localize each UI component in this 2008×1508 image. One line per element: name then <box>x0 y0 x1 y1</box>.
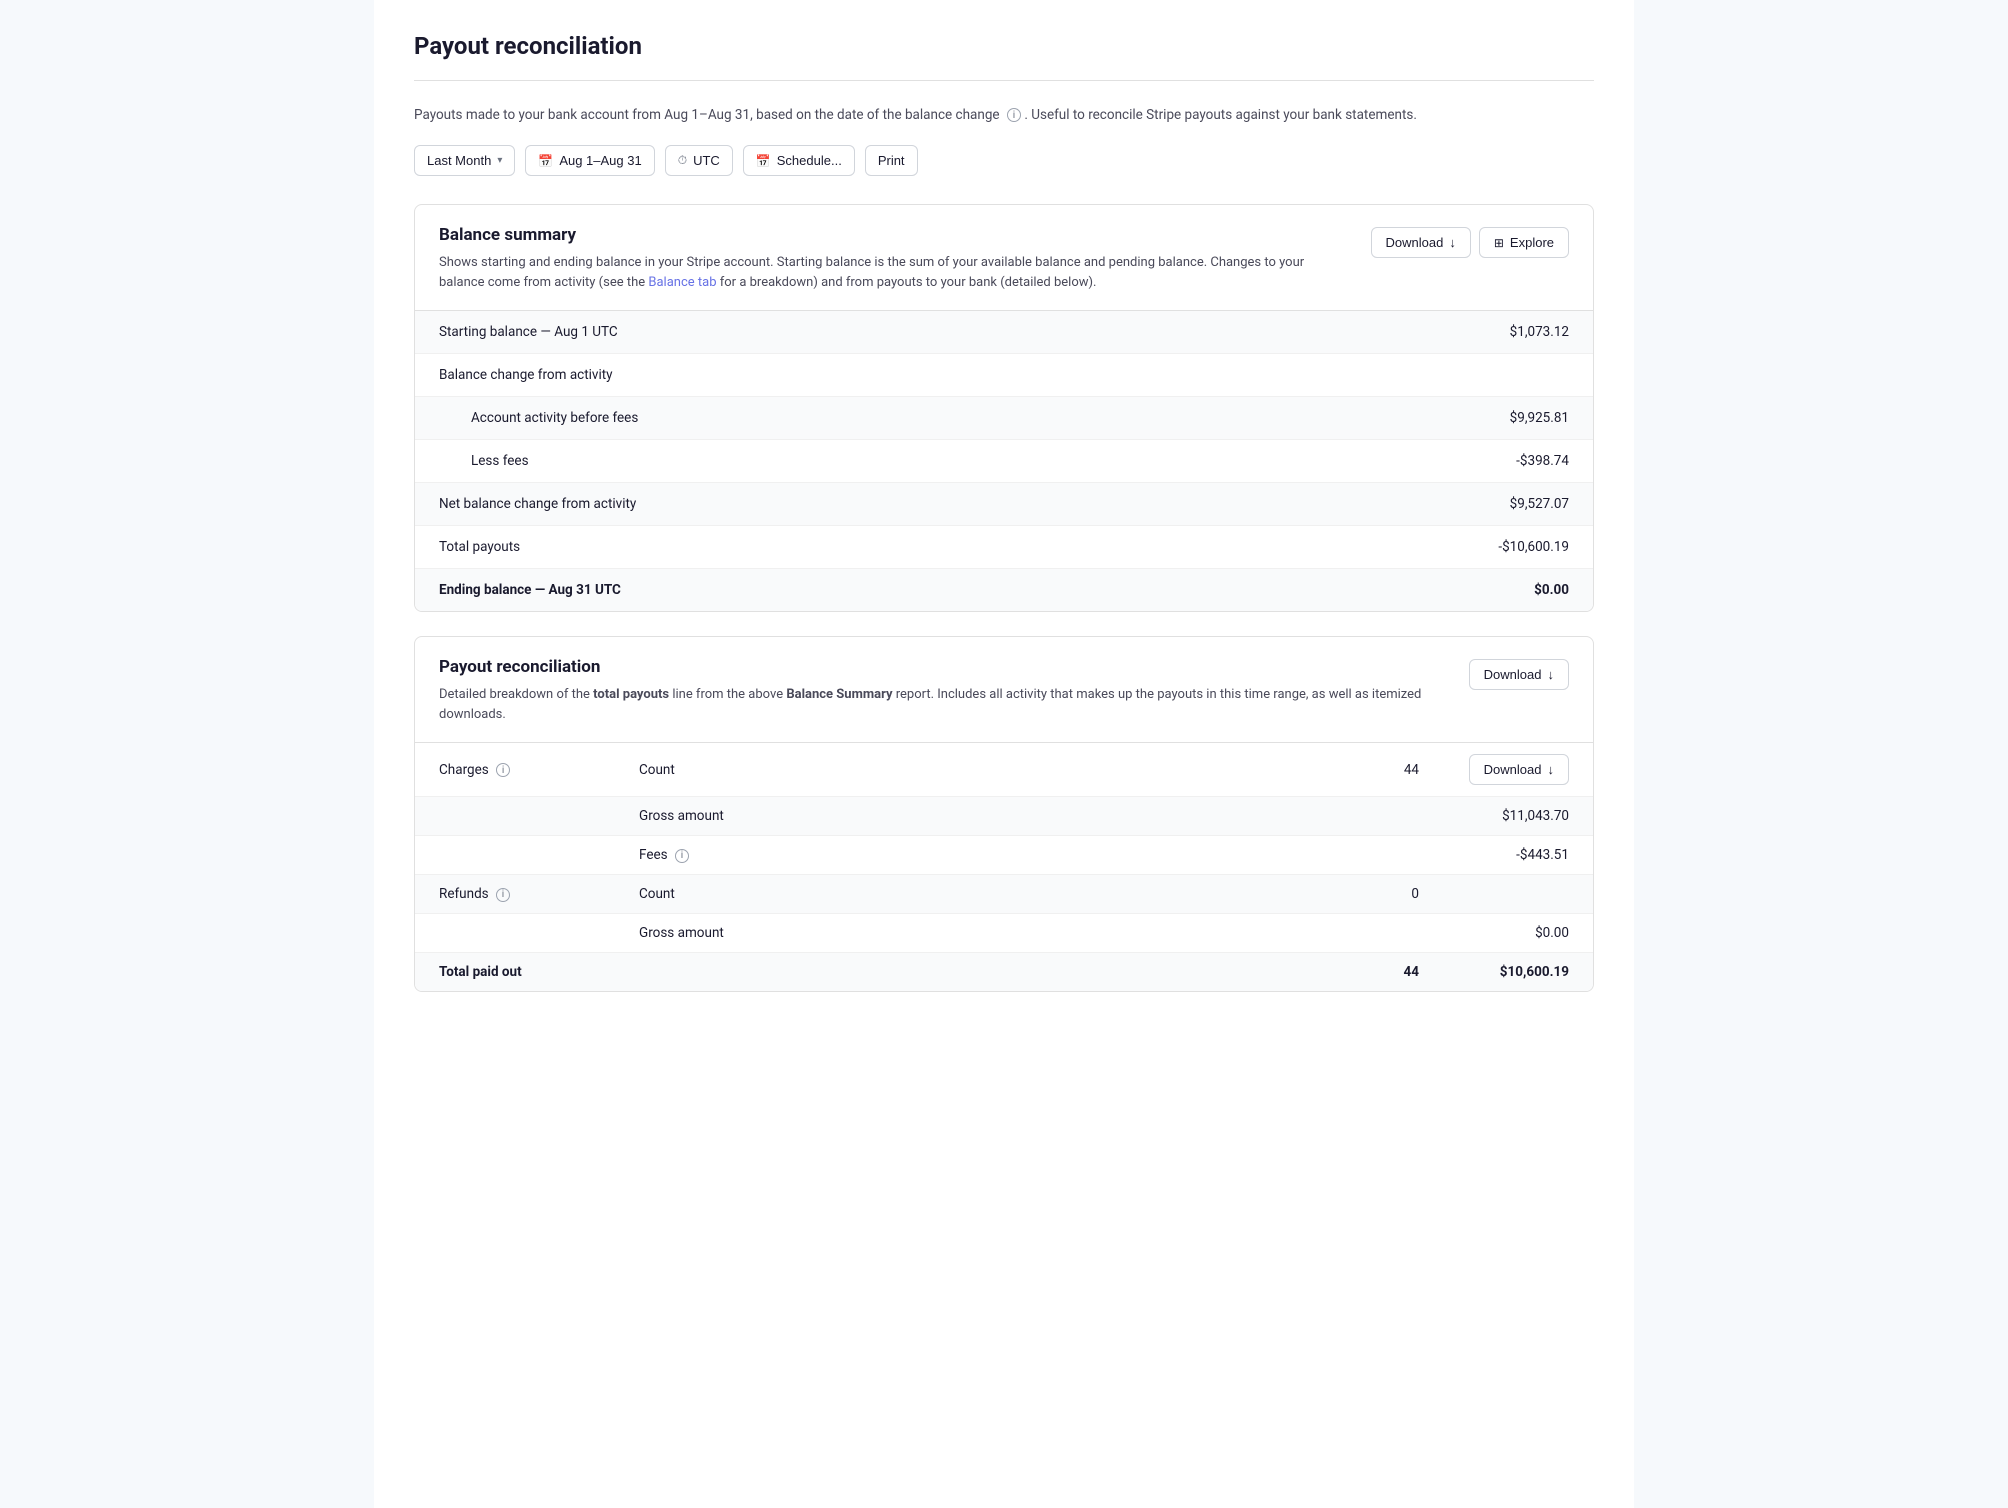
download-label: Download <box>1386 235 1444 250</box>
row-value: $9,925.81 <box>1449 410 1569 426</box>
table-row: Starting balance — Aug 1 UTC $1,073.12 <box>415 311 1593 354</box>
balance-summary-header: Balance summary Shows starting and endin… <box>415 205 1593 311</box>
row-label: Starting balance — Aug 1 UTC <box>439 324 1449 340</box>
download-label: Download <box>1484 762 1542 777</box>
print-label: Print <box>878 153 905 168</box>
grid-icon: ⊞ <box>1494 236 1504 250</box>
payout-reconciliation-actions: Download ↓ <box>1469 659 1569 690</box>
row-label: Total payouts <box>439 539 1449 555</box>
fees-label: Fees i <box>639 847 839 863</box>
download-label: Download <box>1484 667 1542 682</box>
payout-reconciliation-header-left: Payout reconciliation Detailed breakdown… <box>439 657 1449 724</box>
payout-reconciliation-title: Payout reconciliation <box>439 657 1449 677</box>
gross-amount-label: Gross amount <box>639 808 839 824</box>
row-value: -$398.74 <box>1449 453 1569 469</box>
fees-value: -$443.51 <box>1439 847 1569 863</box>
payout-reconciliation-table: Charges i Count 44 Download ↓ Gross amou… <box>415 743 1593 991</box>
charges-category-label: Charges i <box>439 762 639 778</box>
recon-row-refunds-gross: Gross amount $0.00 <box>415 914 1593 953</box>
table-row: Net balance change from activity $9,527.… <box>415 483 1593 526</box>
table-row: Account activity before fees $9,925.81 <box>415 397 1593 440</box>
charges-download-action: Download ↓ <box>1439 754 1569 785</box>
info-icon-refunds: i <box>496 888 510 902</box>
balance-summary-actions: Download ↓ ⊞ Explore <box>1371 227 1569 258</box>
refunds-gross-label: Gross amount <box>639 925 839 941</box>
page-description: Payouts made to your bank account from A… <box>414 105 1594 125</box>
total-paid-out-label: Total paid out <box>439 964 639 980</box>
balance-summary-desc: Shows starting and ending balance in you… <box>439 253 1351 292</box>
refunds-count-value: 0 <box>839 886 1439 902</box>
row-label: Net balance change from activity <box>439 496 1449 512</box>
row-value: $1,073.12 <box>1449 324 1569 340</box>
explore-label: Explore <box>1510 235 1554 250</box>
recon-row-total: Total paid out 44 $10,600.19 <box>415 953 1593 991</box>
refunds-gross-value: $0.00 <box>1439 925 1569 941</box>
timezone-filter-button[interactable]: ⏱ UTC <box>665 145 733 176</box>
page-wrapper: Payout reconciliation Payouts made to yo… <box>374 0 1634 1508</box>
charges-download-button[interactable]: Download ↓ <box>1469 754 1569 785</box>
chevron-down-icon: ▾ <box>497 155 502 166</box>
row-label: Ending balance — Aug 31 UTC <box>439 582 1449 598</box>
total-count: 44 <box>839 964 1439 980</box>
row-label: Less fees <box>471 453 1449 469</box>
date-range-filter-button[interactable]: 📅 Aug 1–Aug 31 <box>525 145 654 176</box>
table-row-ending-balance: Ending balance — Aug 31 UTC $0.00 <box>415 569 1593 611</box>
info-icon-charges: i <box>496 763 510 777</box>
download-icon: ↓ <box>1548 762 1555 777</box>
info-icon-fees: i <box>675 849 689 863</box>
calendar-icon: 📅 <box>538 154 553 168</box>
info-icon-description: i <box>1007 108 1021 122</box>
download-icon: ↓ <box>1449 235 1456 250</box>
row-label: Account activity before fees <box>471 410 1449 426</box>
table-row: Balance change from activity <box>415 354 1593 397</box>
schedule-button[interactable]: 📅 Schedule... <box>743 145 855 176</box>
period-filter-button[interactable]: Last Month ▾ <box>414 145 515 176</box>
clock-icon: ⏱ <box>678 153 687 168</box>
recon-row-charges-count: Charges i Count 44 Download ↓ <box>415 743 1593 797</box>
recon-row-charges-gross: Gross amount $11,043.70 <box>415 797 1593 836</box>
payout-reconciliation-card: Payout reconciliation Detailed breakdown… <box>414 636 1594 992</box>
row-value: -$10,600.19 <box>1449 539 1569 555</box>
recon-row-refunds-count: Refunds i Count 0 <box>415 875 1593 914</box>
balance-summary-download-button[interactable]: Download ↓ <box>1371 227 1471 258</box>
gross-amount-value: $11,043.70 <box>1439 808 1569 824</box>
filters-row: Last Month ▾ 📅 Aug 1–Aug 31 ⏱ UTC 📅 Sche… <box>414 145 1594 176</box>
table-row: Total payouts -$10,600.19 <box>415 526 1593 569</box>
refunds-category-label: Refunds i <box>439 886 639 902</box>
timezone-label: UTC <box>693 153 720 168</box>
balance-summary-table: Starting balance — Aug 1 UTC $1,073.12 B… <box>415 311 1593 611</box>
balance-summary-card: Balance summary Shows starting and endin… <box>414 204 1594 612</box>
download-icon: ↓ <box>1548 667 1555 682</box>
page-title: Payout reconciliation <box>414 32 1594 81</box>
row-value: $9,527.07 <box>1449 496 1569 512</box>
balance-summary-explore-button[interactable]: ⊞ Explore <box>1479 227 1569 258</box>
charges-count-label: Count <box>639 762 839 778</box>
total-amount: $10,600.19 <box>1439 964 1569 980</box>
bold-total-payouts: total payouts <box>593 687 669 702</box>
balance-summary-title: Balance summary <box>439 225 1351 245</box>
table-row: Less fees -$398.74 <box>415 440 1593 483</box>
schedule-calendar-icon: 📅 <box>756 154 771 168</box>
balance-tab-link[interactable]: Balance tab <box>648 275 716 290</box>
refunds-count-label: Count <box>639 886 839 902</box>
print-button[interactable]: Print <box>865 145 918 176</box>
recon-row-charges-fees: Fees i -$443.51 <box>415 836 1593 875</box>
payout-reconciliation-download-button[interactable]: Download ↓ <box>1469 659 1569 690</box>
charges-count-value: 44 <box>839 762 1439 778</box>
row-label: Balance change from activity <box>439 367 1449 383</box>
date-range-label: Aug 1–Aug 31 <box>559 153 641 168</box>
bold-balance-summary: Balance Summary <box>786 687 892 702</box>
payout-reconciliation-desc: Detailed breakdown of the total payouts … <box>439 685 1449 724</box>
balance-summary-header-left: Balance summary Shows starting and endin… <box>439 225 1351 292</box>
schedule-label: Schedule... <box>777 153 842 168</box>
period-label: Last Month <box>427 153 491 168</box>
payout-reconciliation-header: Payout reconciliation Detailed breakdown… <box>415 637 1593 743</box>
row-value: $0.00 <box>1449 582 1569 598</box>
